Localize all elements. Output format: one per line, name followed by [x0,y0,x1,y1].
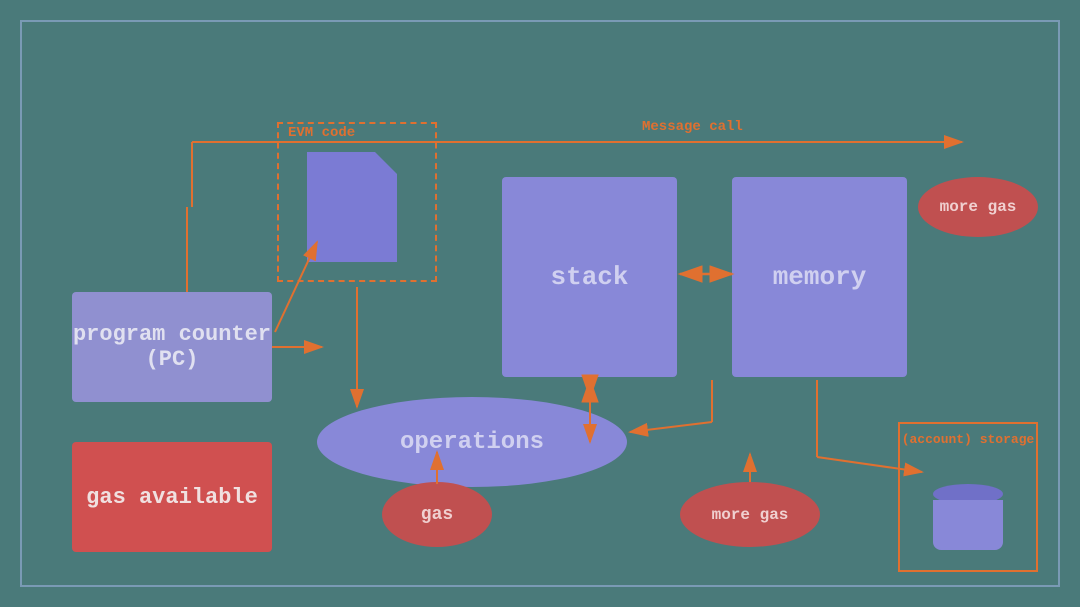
more-gas-right-ellipse: more gas [918,177,1038,237]
more-gas-bottom-label: more gas [712,506,789,524]
gas-available-label: gas available [86,485,258,510]
cylinder-icon [928,490,1008,550]
memory-label: memory [773,262,867,292]
gas-label: gas [421,505,453,525]
account-storage-box: (account) storage [898,422,1038,572]
gas-ellipse: gas [382,482,492,547]
diagram-canvas: program counter (PC) gas available EVM c… [20,20,1060,587]
evm-code-label: EVM code [288,125,355,141]
more-gas-bottom-ellipse: more gas [680,482,820,547]
more-gas-right-label: more gas [940,198,1017,216]
stack-box: stack [502,177,677,377]
program-counter-label: program counter (PC) [72,322,272,372]
operations-ellipse: operations [317,397,627,487]
operations-label: operations [400,429,544,456]
cylinder-body [933,500,1003,550]
svg-text:Message call: Message call [642,119,743,135]
stack-label: stack [550,262,628,292]
evm-code-doc-icon [307,152,397,262]
gas-available-box: gas available [72,442,272,552]
program-counter-box: program counter (PC) [72,292,272,402]
memory-box: memory [732,177,907,377]
account-storage-label: (account) storage [902,432,1035,447]
